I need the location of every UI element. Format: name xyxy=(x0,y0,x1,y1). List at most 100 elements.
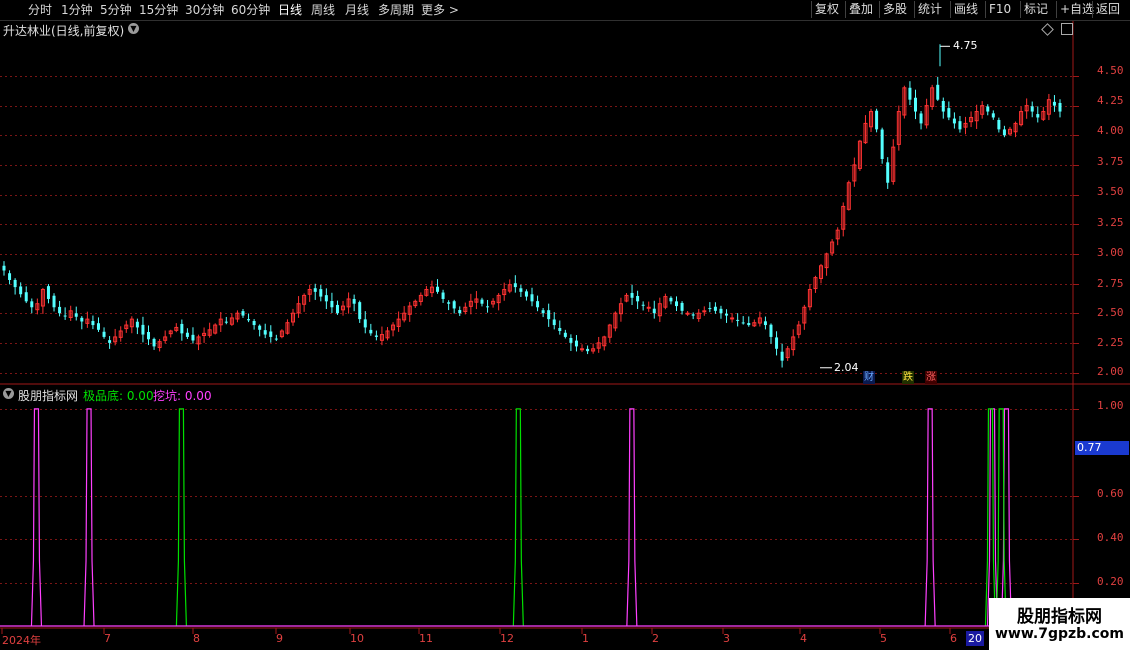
period-tab[interactable]: 15分钟 xyxy=(139,2,178,18)
candle-body xyxy=(997,119,1001,130)
candle-body xyxy=(547,310,551,320)
x-tick-label: 10 xyxy=(350,632,364,645)
high-price-label: 4.75 xyxy=(953,39,978,52)
chevron-down-icon[interactable]: ▼ xyxy=(128,23,139,34)
candle-body xyxy=(369,329,373,334)
x-tick-label: 9 xyxy=(276,632,283,645)
toolbar-button[interactable]: 标记 xyxy=(1020,1,1051,18)
candle-body xyxy=(669,297,673,302)
x-tick-label: 2024年 xyxy=(2,634,41,647)
candle-body xyxy=(91,321,95,326)
panel-toggle-icon[interactable] xyxy=(1061,23,1073,35)
candle-body xyxy=(458,310,462,314)
fall-badge[interactable]: 跌 xyxy=(902,371,914,384)
candle-body xyxy=(530,294,534,302)
y-tick-label: 4.25 xyxy=(1097,94,1124,107)
candle-body xyxy=(74,313,78,317)
toolbar-button[interactable]: 叠加 xyxy=(845,1,876,18)
candle-body xyxy=(1058,102,1062,112)
period-toolbar: 分时 1分钟 5分钟 15分钟 30分钟 60分钟 日线 周线 月线 多周期 更多 > 复权 叠加 多股统… xyxy=(0,0,1130,21)
toolbar-button[interactable]: 统计 xyxy=(914,1,945,18)
candle-body xyxy=(330,301,334,308)
period-tab[interactable]: 1分钟 xyxy=(61,2,93,18)
candle-body xyxy=(486,306,490,308)
toolbar-button[interactable]: 复权 xyxy=(811,1,842,18)
candle-body xyxy=(558,328,562,331)
x-tick-label: 4 xyxy=(800,632,807,645)
candle-body xyxy=(991,113,995,118)
candle-body xyxy=(108,340,112,343)
candle-body xyxy=(775,337,779,349)
indicator-spike xyxy=(924,408,936,627)
y-tick-label: 4.00 xyxy=(1097,124,1124,137)
toolbar-button[interactable]: 画线 xyxy=(950,1,981,18)
x-tick-label: 7 xyxy=(104,632,111,645)
candle-body xyxy=(441,292,445,299)
candle-body xyxy=(185,332,189,337)
period-tab[interactable]: 30分钟 xyxy=(185,2,224,18)
y-tick-label: 2.00 xyxy=(1097,365,1124,378)
toolbar-button[interactable]: F10 xyxy=(985,1,1014,18)
candle-body xyxy=(569,337,573,343)
candle-body xyxy=(363,319,367,328)
candle-body xyxy=(358,302,362,320)
x-tick-label: 12 xyxy=(500,632,514,645)
current-value-box: 0.77 xyxy=(1075,441,1129,455)
period-tab[interactable]: 多周期 xyxy=(378,2,414,18)
rise-badge[interactable]: 涨 xyxy=(925,371,937,384)
sub-y-tick-label: 0.60 xyxy=(1097,487,1124,500)
candle-body xyxy=(725,313,729,316)
price-chart[interactable] xyxy=(0,0,1130,650)
candle-body xyxy=(1030,106,1034,112)
sub-y-tick-label: 0.40 xyxy=(1097,531,1124,544)
candle-body xyxy=(263,330,267,335)
candle-body xyxy=(641,304,645,306)
period-tab[interactable]: 60分钟 xyxy=(231,2,270,18)
candle-body xyxy=(719,308,723,314)
watermark-url: www.7gpzb.com xyxy=(994,626,1124,642)
y-tick-label: 3.50 xyxy=(1097,185,1124,198)
x-tick-label: 8 xyxy=(193,632,200,645)
candle-body xyxy=(335,304,339,314)
candle-body xyxy=(2,265,6,271)
candle-body xyxy=(886,162,890,183)
candle-body xyxy=(247,319,251,321)
toolbar-button[interactable]: 多股 xyxy=(879,1,910,18)
candle-body xyxy=(586,348,590,352)
candle-body xyxy=(675,301,679,307)
cursor-date-box: 20 xyxy=(966,631,984,646)
period-tab[interactable]: 5分钟 xyxy=(100,2,132,18)
x-tick-label: 2 xyxy=(652,632,659,645)
candle-body xyxy=(152,338,156,347)
period-tab[interactable]: 周线 xyxy=(311,2,335,18)
candle-body xyxy=(936,84,940,100)
candle-body xyxy=(374,335,378,337)
candle-body xyxy=(252,321,256,326)
toolbar-button[interactable]: +自选 xyxy=(1056,1,1097,18)
finance-badge[interactable]: 财 xyxy=(863,371,875,384)
candle-body xyxy=(13,279,17,288)
candle-body xyxy=(652,308,656,314)
candle-body xyxy=(552,319,556,326)
y-tick-label: 3.00 xyxy=(1097,246,1124,259)
candle-body xyxy=(763,321,767,326)
candle-body xyxy=(536,301,540,308)
indicator-a-label: 极品底: 0.00 xyxy=(83,389,154,403)
toolbar-button[interactable]: 返回 xyxy=(1092,1,1123,18)
period-tab[interactable]: 分时 xyxy=(28,2,52,18)
period-tab[interactable]: 更多 > xyxy=(421,2,459,18)
candle-body xyxy=(324,295,328,302)
chevron-down-icon[interactable]: ▼ xyxy=(3,388,14,399)
x-tick-label: 3 xyxy=(723,632,730,645)
candle-body xyxy=(80,317,84,322)
candle-body xyxy=(680,302,684,311)
candle-body xyxy=(736,319,740,321)
candle-body xyxy=(147,331,151,340)
candle-body xyxy=(58,306,62,314)
period-tab[interactable]: 日线 xyxy=(278,2,302,18)
candle-body xyxy=(135,321,139,328)
sub-y-tick-label: 0.20 xyxy=(1097,575,1124,588)
y-tick-label: 2.75 xyxy=(1097,277,1124,290)
period-tab[interactable]: 月线 xyxy=(345,2,369,18)
y-tick-label: 2.25 xyxy=(1097,336,1124,349)
